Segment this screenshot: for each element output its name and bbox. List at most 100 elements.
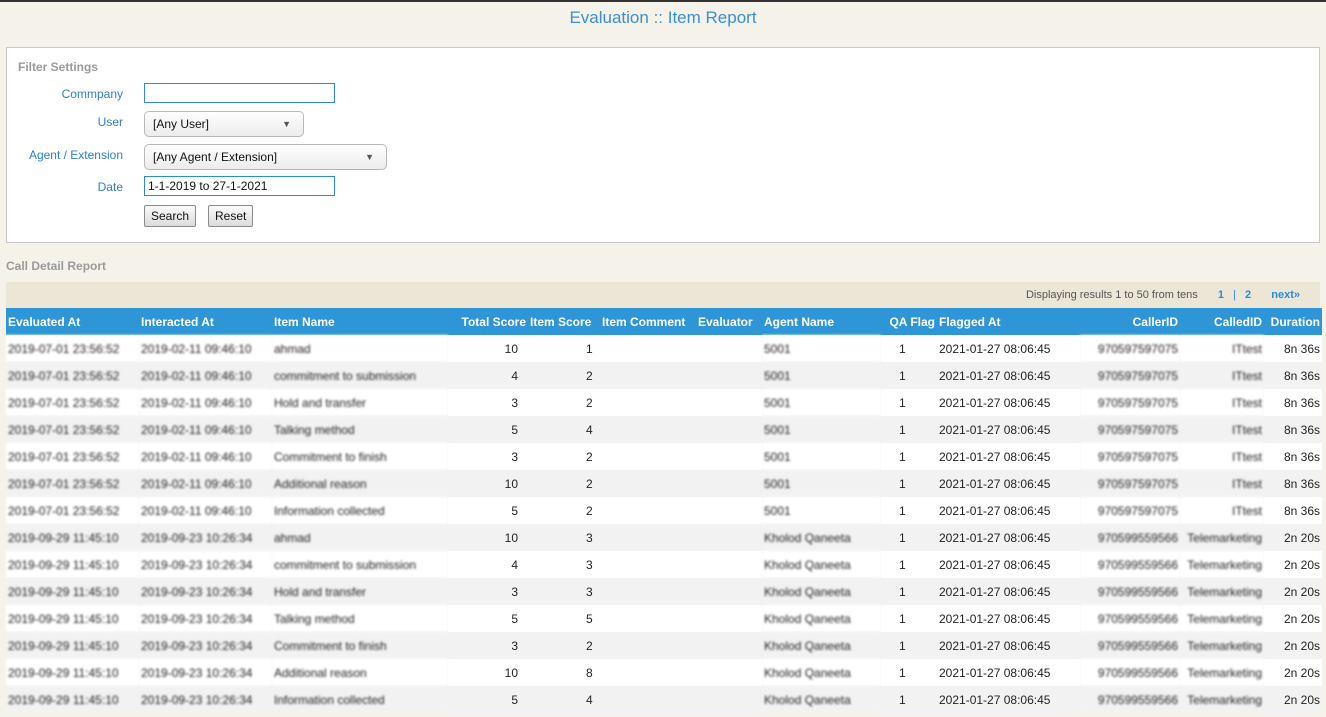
- agent-name-cell: 5001: [762, 389, 881, 416]
- caller-id-cell: 970597597075: [1080, 335, 1180, 362]
- evaluator-cell: [696, 470, 762, 497]
- flagged-at-cell: 2021-01-27 08:06:45: [937, 659, 1080, 686]
- called-id-cell: ITtest: [1180, 389, 1264, 416]
- table-row[interactable]: 2019-07-01 23:56:52 2019-02-11 09:46:10 Ad…: [6, 470, 1322, 497]
- caller-id-cell: 970597597075: [1080, 470, 1180, 497]
- item-score-cell: 3: [528, 551, 600, 578]
- column-header[interactable]: QA Flag: [881, 308, 937, 335]
- evaluator-cell: [696, 497, 762, 524]
- top-border: [0, 0, 1326, 2]
- item-score-cell: 4: [528, 416, 600, 443]
- item-name-cell: Hold and transfer: [272, 389, 448, 416]
- table-row[interactable]: 2019-07-01 23:56:52 2019-02-11 09:46:10 co…: [6, 362, 1322, 389]
- agent-name-cell: Kholod Qaneeta: [762, 578, 881, 605]
- evaluator-cell: [696, 389, 762, 416]
- item-name-cell: Information collected: [272, 497, 448, 524]
- total-score-cell: 3: [448, 389, 528, 416]
- called-id-cell: ITtest: [1180, 416, 1264, 443]
- user-select-value: [Any User]: [153, 117, 210, 131]
- table-row[interactable]: 2019-09-29 11:45:10 2019-09-23 10:26:34 co…: [6, 551, 1322, 578]
- duration-cell: 8n 36s: [1264, 416, 1322, 443]
- agent-name-cell: 5001: [762, 470, 881, 497]
- agent-name-cell: 5001: [762, 497, 881, 524]
- column-header[interactable]: Evaluated At: [6, 308, 139, 335]
- flagged-at-cell: 2021-01-27 08:06:45: [937, 632, 1080, 659]
- page-link-1[interactable]: 1: [1218, 289, 1224, 301]
- search-button[interactable]: Search: [144, 205, 197, 227]
- chevron-down-icon: ▼: [282, 119, 291, 129]
- caller-id-cell: 970599559566: [1080, 524, 1180, 551]
- column-header[interactable]: Item Score: [528, 308, 600, 335]
- column-header[interactable]: Item Name: [272, 308, 448, 335]
- item-name-cell: commitment to submission: [272, 551, 448, 578]
- table-row[interactable]: 2019-07-01 23:56:52 2019-02-11 09:46:10 Ho…: [6, 389, 1322, 416]
- table-row[interactable]: 2019-07-01 23:56:52 2019-02-11 09:46:10 Co…: [6, 443, 1322, 470]
- evaluator-cell: [696, 578, 762, 605]
- column-header[interactable]: Item Comment: [600, 308, 696, 335]
- item-comment-cell: [600, 470, 696, 497]
- date-range-input[interactable]: [144, 176, 335, 196]
- table-row[interactable]: 2019-09-29 11:45:10 2019-09-23 10:26:34 Ad…: [6, 659, 1322, 686]
- called-id-cell: ITtest: [1180, 470, 1264, 497]
- item-score-cell: 2: [528, 389, 600, 416]
- table-row[interactable]: 2019-09-29 11:45:10 2019-09-23 10:26:34 Ta…: [6, 605, 1322, 632]
- chevron-down-icon: ▼: [365, 152, 374, 162]
- flagged-at-cell: 2021-01-27 08:06:45: [937, 524, 1080, 551]
- column-header[interactable]: Evaluator: [696, 308, 762, 335]
- total-score-cell: 10: [448, 524, 528, 551]
- item-name-cell: commitment to submission: [272, 362, 448, 389]
- total-score-cell: 5: [448, 497, 528, 524]
- column-header[interactable]: CallerID: [1080, 308, 1180, 335]
- item-name-cell: Talking method: [272, 605, 448, 632]
- reset-button[interactable]: Reset: [208, 205, 254, 227]
- total-score-cell: 5: [448, 686, 528, 713]
- item-comment-cell: [600, 659, 696, 686]
- caller-id-cell: 970599559566: [1080, 632, 1180, 659]
- qa-flag-cell: 1: [881, 389, 937, 416]
- item-comment-cell: [600, 686, 696, 713]
- table-row[interactable]: 2019-09-29 11:45:10 2019-09-23 10:26:34 ah…: [6, 524, 1322, 551]
- qa-flag-cell: 1: [881, 416, 937, 443]
- item-comment-cell: [600, 632, 696, 659]
- duration-cell: 2n 20s: [1264, 578, 1322, 605]
- next-page-link[interactable]: next»: [1271, 289, 1300, 301]
- company-input[interactable]: [144, 83, 335, 103]
- column-header[interactable]: Agent Name: [762, 308, 881, 335]
- item-comment-cell: [600, 335, 696, 362]
- column-header[interactable]: Total Score: [448, 308, 528, 335]
- duration-cell: 8n 36s: [1264, 443, 1322, 470]
- qa-flag-cell: 1: [881, 335, 937, 362]
- caller-id-cell: 970599559566: [1080, 605, 1180, 632]
- total-score-cell: 4: [448, 362, 528, 389]
- results-summary: Displaying results 1 to 50 from tens: [1025, 289, 1198, 301]
- item-score-cell: 2: [528, 497, 600, 524]
- interacted-at-cell: 2019-02-11 09:46:10: [139, 335, 272, 362]
- column-header[interactable]: Duration: [1264, 308, 1322, 335]
- item-comment-cell: [600, 605, 696, 632]
- table-row[interactable]: 2019-09-29 11:45:10 2019-09-23 10:26:34 In…: [6, 686, 1322, 713]
- item-name-cell: Additional reason: [272, 470, 448, 497]
- table-row[interactable]: 2019-07-01 23:56:52 2019-02-11 09:46:10 In…: [6, 497, 1322, 524]
- user-select[interactable]: [Any User] ▼: [144, 111, 304, 137]
- table-row[interactable]: 2019-07-01 23:56:52 2019-02-11 09:46:10 Ta…: [6, 416, 1322, 443]
- column-header[interactable]: Flagged At: [937, 308, 1080, 335]
- duration-cell: 8n 36s: [1264, 497, 1322, 524]
- column-header[interactable]: Interacted At: [139, 308, 272, 335]
- called-id-cell: Telemarketing: [1180, 659, 1264, 686]
- table-row[interactable]: 2019-09-29 11:45:10 2019-09-23 10:26:34 Ho…: [6, 578, 1322, 605]
- total-score-cell: 4: [448, 551, 528, 578]
- item-report-table: Evaluated At Interacted At Item Name Tot…: [6, 308, 1322, 713]
- evaluator-cell: [696, 524, 762, 551]
- page-link-2[interactable]: 2: [1245, 289, 1251, 301]
- table-row[interactable]: 2019-09-29 11:45:10 2019-09-23 10:26:34 Co…: [6, 632, 1322, 659]
- qa-flag-cell: 1: [881, 632, 937, 659]
- item-name-cell: ahmad: [272, 524, 448, 551]
- item-name-cell: Talking method: [272, 416, 448, 443]
- item-comment-cell: [600, 497, 696, 524]
- column-header[interactable]: CalledID: [1180, 308, 1264, 335]
- duration-cell: 8n 36s: [1264, 389, 1322, 416]
- table-row[interactable]: 2019-07-01 23:56:52 2019-02-11 09:46:10 ah…: [6, 335, 1322, 362]
- agent-extension-select[interactable]: [Any Agent / Extension] ▼: [144, 144, 387, 170]
- called-id-cell: Telemarketing: [1180, 605, 1264, 632]
- called-id-cell: ITtest: [1180, 443, 1264, 470]
